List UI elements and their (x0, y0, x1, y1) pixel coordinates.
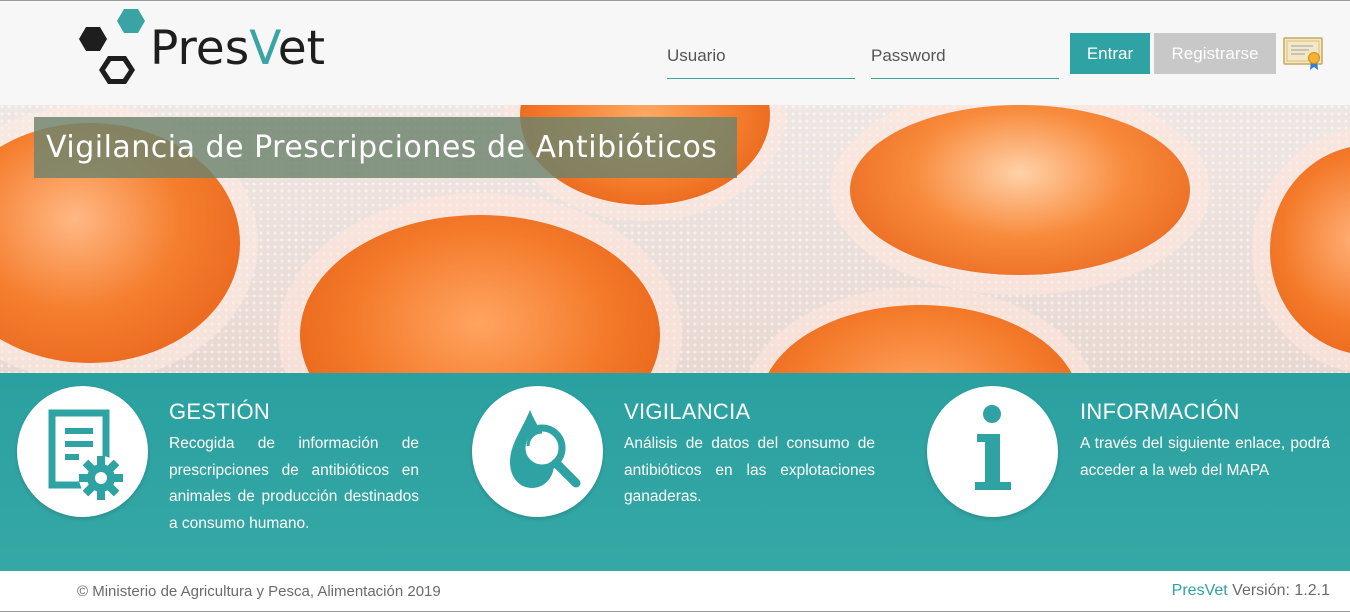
logo-prefix: Pres (150, 21, 250, 76)
document-gear-icon (48, 409, 123, 500)
hero-pill (1270, 145, 1350, 355)
logo-accent: V (249, 21, 278, 76)
feature-title: VIGILANCIA (624, 399, 751, 424)
version-number: Versión: 1.2.1 (1232, 582, 1330, 599)
username-input[interactable] (667, 33, 855, 79)
hero-title: Vigilancia de Prescripciones de Antibiót… (34, 117, 737, 178)
register-button[interactable]: Registrarse (1154, 33, 1276, 74)
version-brand: PresVet (1171, 582, 1228, 599)
feature-description: Análisis de datos del consumo de antibió… (624, 435, 875, 505)
feature-icon-circle[interactable] (472, 386, 603, 517)
feature-description: Recogida de información de prescripcione… (169, 435, 419, 532)
features-band: GESTIÓN Recogida de información de presc… (0, 373, 1350, 571)
page: PresVet Entrar Registrarse Vigilancia de… (0, 0, 1350, 612)
feature-icon-circle[interactable] (927, 386, 1058, 517)
version-info: PresVet Versión: 1.2.1 (1172, 582, 1330, 600)
hero-pill (300, 215, 660, 373)
certificate-icon[interactable] (1283, 35, 1325, 71)
copyright-text: © Ministerio de Agricultura y Pesca, Ali… (77, 583, 441, 600)
feature-description[interactable]: A través del siguiente enlace, podrá acc… (1080, 431, 1330, 484)
info-icon (975, 405, 1011, 490)
hero-pill (760, 305, 1080, 373)
password-input[interactable] (871, 33, 1059, 79)
hexagon-logo-icon (79, 9, 145, 84)
hero-pill (850, 105, 1190, 275)
hero-banner: Vigilancia de Prescripciones de Antibiót… (0, 105, 1350, 373)
drop-magnifier-icon (510, 410, 581, 488)
feature-icon-circle[interactable] (17, 386, 148, 517)
login-button[interactable]: Entrar (1070, 33, 1150, 74)
logo-wordmark: PresVet (150, 21, 325, 76)
presvet-logo[interactable]: PresVet (78, 7, 368, 87)
feature-title: GESTIÓN (169, 399, 271, 424)
footer: © Ministerio de Agricultura y Pesca, Ali… (0, 571, 1350, 611)
feature-title: INFORMACIÓN (1080, 399, 1240, 424)
header: PresVet Entrar Registrarse (0, 1, 1350, 105)
logo-suffix: et (277, 21, 326, 76)
